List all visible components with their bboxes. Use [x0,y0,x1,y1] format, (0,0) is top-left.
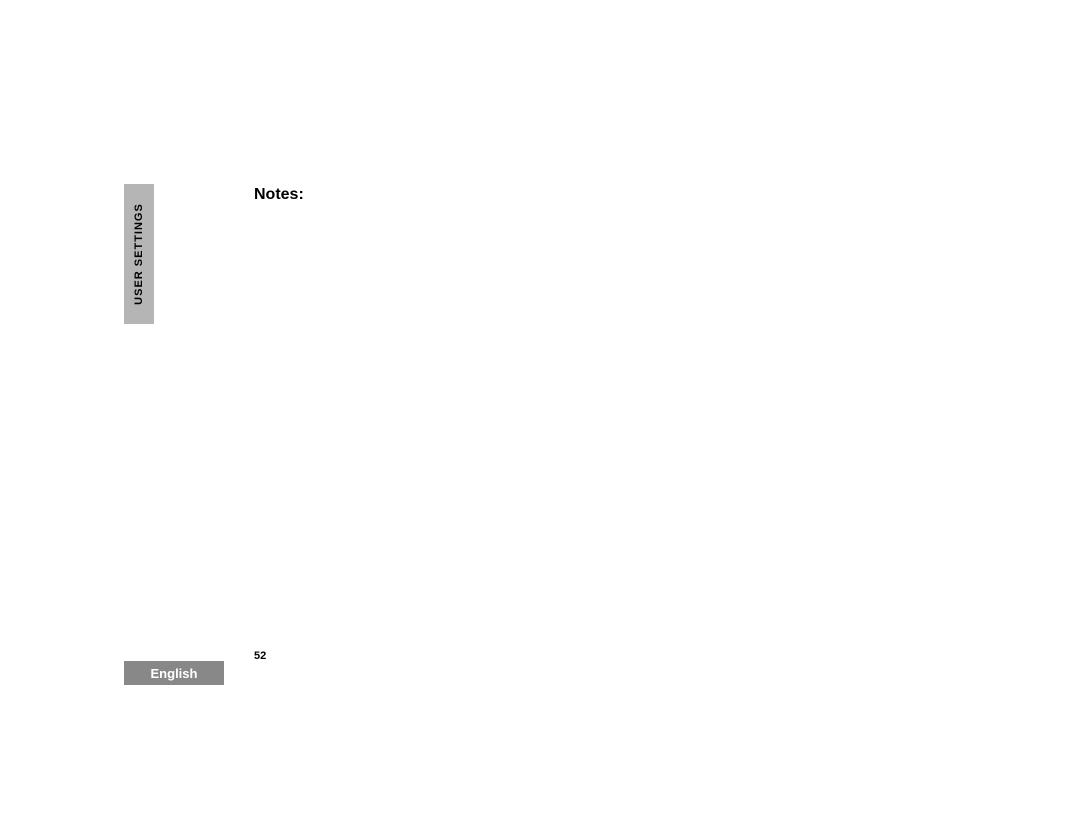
page-heading: Notes: [254,186,304,204]
document-page: User Settings Notes: 52 English [124,184,964,684]
page-number: 52 [254,650,266,662]
language-tab: English [124,661,224,685]
section-tab-label: User Settings [133,203,145,305]
section-tab: User Settings [124,184,154,324]
language-label: English [151,666,198,681]
